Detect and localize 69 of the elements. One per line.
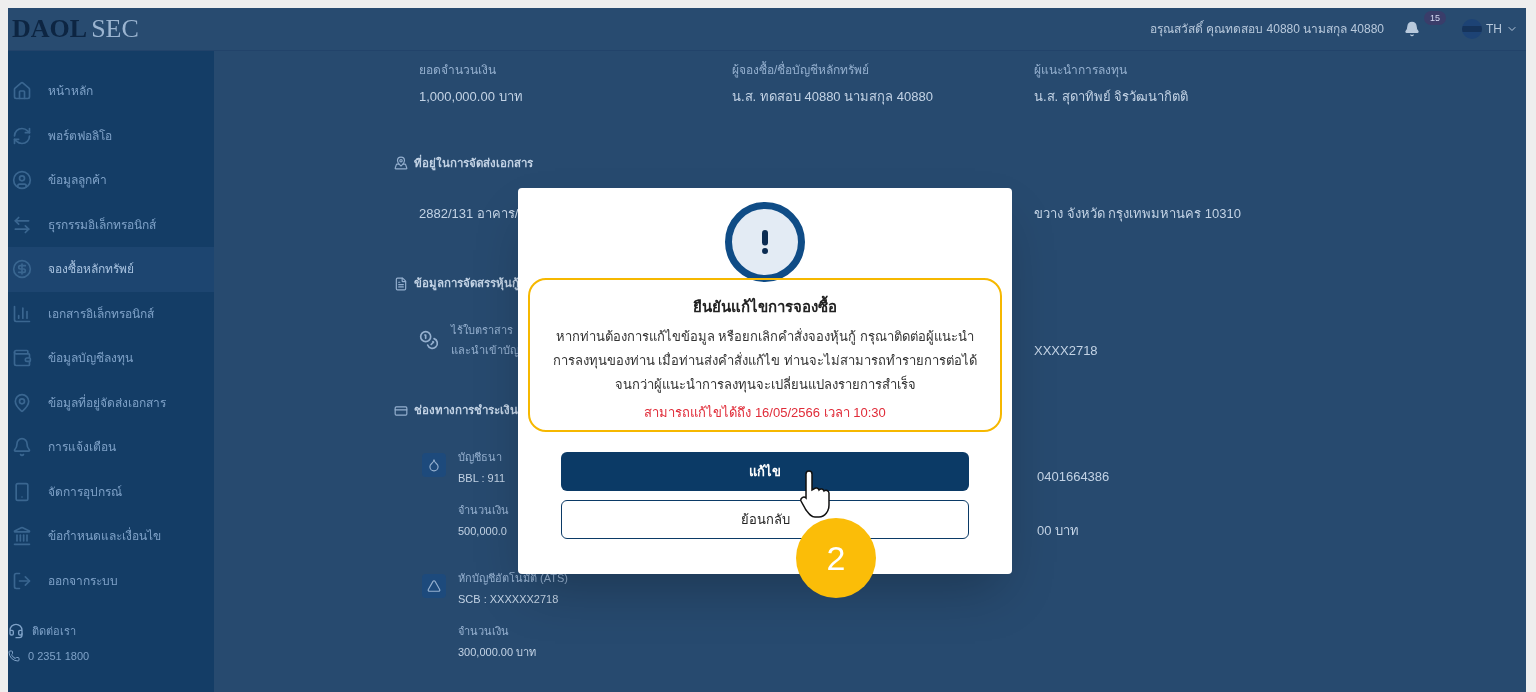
field-label: ผู้แนะนำการลงทุน: [1034, 62, 1128, 79]
field-label: ยอดจำนวนเงิน: [419, 62, 497, 79]
payment-label: หักบัญชีอัตโนมัติ (ATS): [458, 571, 568, 587]
account-number: 0401664386: [1037, 468, 1111, 487]
address-text: ขวาง จังหวัด กรุงเทพมหานคร 10310: [1034, 204, 1242, 224]
bank-logo-icon: [422, 453, 446, 478]
sidebar-item[interactable]: พอร์ตฟอลิโอ: [8, 113, 214, 158]
field-label: ผู้จองซื้อ/ชื่อบัญชีหลักทรัพย์: [732, 61, 871, 79]
logout-icon: [12, 570, 32, 591]
contact-title: ติดต่อเรา: [32, 624, 76, 639]
map-pin-icon: [12, 392, 32, 413]
field-value: น.ส. ทดสอบ 40880 นามสกุล 40880: [732, 88, 934, 107]
sidebar-item[interactable]: ธุรกรรมอิเล็กทรอนิกส์: [8, 202, 214, 247]
sidebar-item[interactable]: เอกสารอิเล็กทรอนิกส์: [8, 291, 214, 336]
section-title: ที่อยู่ในการจัดส่งเอกสาร: [414, 154, 533, 172]
map-pin-icon: [394, 156, 408, 171]
sidebar-item[interactable]: ออกจากระบบ: [8, 558, 214, 603]
card-icon: [394, 403, 408, 418]
field-value: 1,000,000.00 บาท: [419, 88, 524, 106]
home-icon: [12, 81, 32, 102]
support-icon: [8, 623, 24, 640]
section-title: ข้อมูลการจัดสรรหุ้นกู้: [414, 276, 519, 293]
sidebar-item[interactable]: หน้าหลัก: [8, 69, 214, 114]
phone-number: 0 2351 1800: [28, 648, 90, 664]
refresh-icon: [12, 125, 32, 146]
exchange-icon: [12, 214, 32, 235]
sidebar-item[interactable]: ข้อมูลที่อยู่จัดส่งเอกสาร: [8, 380, 214, 425]
sidebar-item[interactable]: จองซื้อหลักทรัพย์: [8, 247, 214, 292]
coins-icon: [419, 330, 439, 351]
notification-badge: 15: [1424, 11, 1446, 25]
bank-logo-icon: [422, 574, 446, 599]
sidebar-item[interactable]: ข้อกำหนดและเงื่อนไข: [8, 514, 214, 559]
deadline-text: สามารถแก้ไขได้ถึง 16/05/2566 เวลา 10:30: [644, 403, 886, 422]
dialog-title: ยืนยันแก้ไขการจองซื้อ: [693, 296, 837, 319]
bell-icon: [12, 437, 32, 458]
sidebar-item[interactable]: การแจ้งเตือน: [8, 425, 214, 470]
user-icon: [12, 170, 32, 191]
chart-icon: [12, 303, 32, 324]
phone-device-icon: [12, 481, 32, 502]
greeting-text: อรุณสวัสดิ์ คุณทดสอบ 40880 นามสกุล 40880: [1149, 20, 1384, 38]
payment-label: บัญชีธนา: [458, 450, 503, 466]
field-label: จำนวนเงิน: [458, 624, 510, 640]
field-value: น.ส. สุดาทิพย์ จิรวัฒนากิตติ: [1034, 88, 1190, 107]
field-value: XXXX2718: [1034, 341, 1099, 360]
section-title: ช่องทางการชำระเงิน: [414, 403, 518, 418]
flag-icon: [1462, 19, 1482, 39]
document-icon: [394, 276, 408, 291]
wallet-icon: [12, 348, 32, 369]
sidebar-item[interactable]: ข้อมูลบัญชีลงทุน: [8, 336, 214, 381]
sidebar-item[interactable]: ข้อมูลลูกค้า: [8, 158, 214, 203]
account-number: BBL : 911: [458, 470, 507, 486]
hand-cursor-icon: [800, 470, 830, 518]
account-number: SCB : XXXXXX2718: [458, 591, 560, 607]
coin-icon: [12, 259, 32, 280]
amount-value: 300,000.00 บาท: [458, 644, 538, 660]
dialog-message: หากท่านต้องการแก้ไขข้อมูล หรือยกเลิกคำสั่งจองหุ้นกู้ กรุณาติดต่อผู้แนะนำการลงทุนของท่าน เมื่อท่านส่งคำสั่งแก้ไข ท่านจะไม่สามารถทำรายการต่อได้ จนกว่าผู้แนะนำการลงทุนจะเปลี่ยนแปลงรายการสำเร็จ: [551, 327, 979, 395]
sidebar-item[interactable]: จัดการอุปกรณ์: [8, 469, 214, 514]
language-selector[interactable]: TH: [1462, 19, 1518, 39]
bell-icon: [1404, 21, 1420, 37]
address-text: 2882/131 อาคาร/: [419, 204, 520, 223]
edit-button[interactable]: แก้ไข: [561, 452, 969, 491]
back-button[interactable]: ย้อนกลับ: [561, 500, 969, 539]
field-label: จำนวนเงิน: [458, 503, 509, 519]
allocation-text: และนำเข้าบัญ: [451, 343, 519, 359]
bank-icon: [12, 526, 32, 547]
phone-icon: [8, 649, 20, 662]
amount-value: 00 บาท: [1037, 521, 1081, 540]
allocation-text: ไร้ใบตราสาร: [451, 322, 514, 338]
amount-value: 500,000.0: [458, 523, 508, 539]
